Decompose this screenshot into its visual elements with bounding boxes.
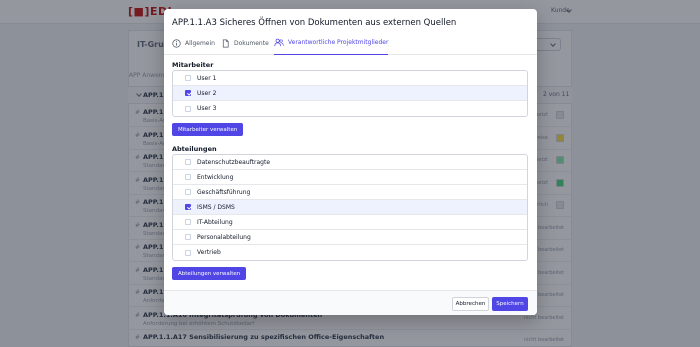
checkbox[interactable] (185, 105, 191, 112)
row-label: User 2 (197, 89, 217, 97)
row-label: Geschäftsführung (197, 188, 251, 196)
tab-label: Dokumente (234, 39, 269, 47)
checkbox[interactable] (185, 219, 191, 225)
row-label: Vertrieb (197, 249, 221, 256)
department-row[interactable]: Entwicklung (173, 170, 527, 185)
member-row[interactable]: User 1 (173, 71, 527, 86)
departments-list: Datenschutzbeauftragte Entwicklung Geschäf… (172, 154, 528, 261)
checkbox[interactable] (185, 159, 191, 165)
dialog-title: APP.1.1.A3 Sicheres Öffnen von Dokumente… (172, 18, 457, 28)
tab-general[interactable]: Allgemein (172, 31, 215, 55)
tab-label: Allgemein (185, 39, 215, 47)
dialog-footer: Abbrechen Speichern (164, 290, 537, 315)
checkbox[interactable] (185, 90, 191, 96)
checkbox[interactable] (185, 249, 191, 256)
tab-label: Verantwortliche Projektmitglieder (288, 39, 389, 46)
department-row[interactable]: Geschäftsführung (173, 185, 527, 200)
member-row[interactable]: User 2 (173, 86, 527, 101)
manage-departments-button[interactable]: Abteilungen verwalten (172, 267, 247, 280)
members-list: User 1 User 2 User 3 (172, 70, 528, 117)
department-row[interactable]: Personalabteilung (173, 230, 527, 245)
row-label: Entwicklung (197, 173, 234, 181)
department-row[interactable]: IT-Abteilung (173, 215, 527, 230)
checkbox[interactable] (185, 234, 191, 240)
row-label: Personalabteilung (197, 233, 251, 241)
save-button[interactable]: Speichern (492, 297, 528, 311)
cancel-button[interactable]: Abbrechen (452, 297, 489, 311)
checkbox[interactable] (185, 189, 191, 195)
row-label: User 3 (197, 105, 217, 112)
department-row[interactable]: Vertrieb (173, 245, 527, 260)
department-row[interactable]: Datenschutzbeauftragte (173, 155, 527, 170)
users-icon (274, 38, 284, 47)
members-section-label: Mitarbeiter (172, 61, 214, 69)
row-label: Datenschutzbeauftragte (197, 158, 271, 166)
department-row[interactable]: ISMS / DSMS (173, 200, 527, 215)
tab-responsible-members[interactable]: Verantwortliche Projektmitglieder (274, 31, 389, 55)
row-label: User 1 (197, 74, 217, 82)
checkbox[interactable] (185, 75, 191, 81)
member-row[interactable]: User 3 (173, 101, 527, 116)
tab-bar: Allgemein Dokumente Verantwortliche Proj… (164, 31, 537, 55)
checkbox[interactable] (185, 204, 191, 210)
responsible-members-dialog: APP.1.1.A3 Sicheres Öffnen von Dokumente… (164, 9, 537, 315)
departments-section-label: Abteilungen (172, 145, 217, 153)
tab-documents[interactable]: Dokumente (221, 31, 269, 55)
info-icon (172, 38, 181, 48)
row-label: IT-Abteilung (197, 218, 233, 226)
document-icon (222, 39, 229, 47)
checkbox[interactable] (185, 174, 191, 180)
manage-members-button[interactable]: Mitarbeiter verwalten (172, 123, 244, 136)
row-label: ISMS / DSMS (197, 203, 235, 211)
